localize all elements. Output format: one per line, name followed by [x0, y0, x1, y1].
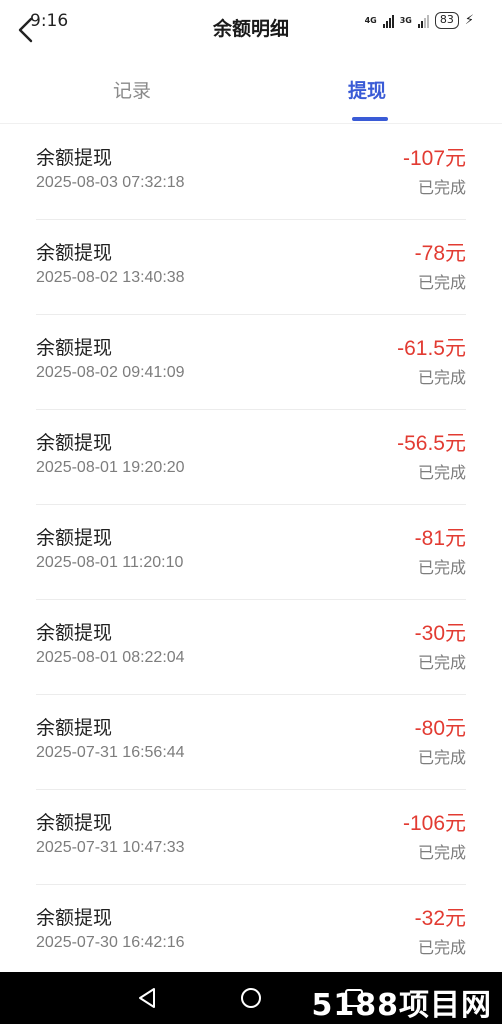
item-title: 余额提现 [36, 622, 113, 644]
list-item[interactable]: 余额提现 2025-08-01 19:20:20 -56.5元 已完成 [36, 410, 466, 505]
item-date: 2025-07-31 16:56:44 [36, 744, 185, 761]
active-tab-indicator [352, 117, 388, 121]
item-date: 2025-08-02 09:41:09 [36, 364, 185, 381]
item-title: 余额提现 [36, 432, 113, 454]
item-amount: -56.5元 [397, 432, 466, 455]
item-status: 已完成 [417, 938, 466, 957]
list-item[interactable]: 余额提现 2025-08-02 13:40:38 -78元 已完成 [36, 220, 466, 315]
item-date: 2025-08-02 13:40:38 [36, 269, 185, 286]
item-amount: -81元 [414, 527, 466, 550]
item-amount: -80元 [414, 717, 466, 740]
item-date: 2025-08-01 11:20:10 [36, 554, 184, 571]
header: 余额明细 [0, 14, 502, 44]
list-item[interactable]: 余额提现 2025-07-31 10:47:33 -106元 已完成 [36, 790, 466, 885]
item-status: 已完成 [417, 368, 466, 387]
tab-records[interactable]: 记录 [113, 76, 151, 103]
withdraw-list: 余额提现 2025-08-03 07:32:18 -107元 已完成 余额提现 … [0, 125, 502, 980]
nav-home-button[interactable] [237, 984, 265, 1012]
item-title: 余额提现 [36, 147, 113, 169]
tab-bar: 记录 提现 [0, 66, 502, 124]
item-status: 已完成 [417, 273, 466, 292]
item-title: 余额提现 [36, 907, 113, 929]
item-amount: -78元 [414, 242, 466, 265]
tab-withdraw[interactable]: 提现 [348, 76, 386, 103]
list-item[interactable]: 余额提现 2025-08-02 09:41:09 -61.5元 已完成 [36, 315, 466, 410]
item-date: 2025-08-03 07:32:18 [36, 174, 185, 191]
nav-back-button[interactable] [134, 984, 162, 1012]
triangle-back-icon [139, 988, 155, 1008]
item-title: 余额提现 [36, 717, 113, 739]
page-title: 余额明细 [212, 18, 289, 40]
item-amount: -106元 [402, 812, 466, 835]
item-status: 已完成 [417, 653, 466, 672]
list-item[interactable]: 余额提现 2025-07-30 16:42:16 -32元 已完成 [36, 885, 466, 980]
item-title: 余额提现 [36, 242, 113, 264]
item-amount: -30元 [414, 622, 466, 645]
list-item[interactable]: 余额提现 2025-08-01 11:20:10 -81元 已完成 [36, 505, 466, 600]
list-item[interactable]: 余额提现 2025-08-03 07:32:18 -107元 已完成 [36, 125, 466, 220]
item-title: 余额提现 [36, 812, 113, 834]
item-status: 已完成 [417, 558, 466, 577]
watermark-text: 5188项目网 [311, 988, 492, 1023]
item-amount: -32元 [414, 907, 466, 930]
item-date: 2025-07-30 16:42:16 [36, 934, 185, 951]
item-status: 已完成 [417, 178, 466, 197]
circle-home-icon [241, 988, 261, 1008]
item-status: 已完成 [417, 843, 466, 862]
item-date: 2025-08-01 08:22:04 [36, 649, 185, 666]
system-nav-bar: 5188项目网 [0, 972, 502, 1024]
item-date: 2025-08-01 19:20:20 [36, 459, 185, 476]
item-amount: -107元 [402, 147, 466, 170]
item-status: 已完成 [417, 748, 466, 767]
item-title: 余额提现 [36, 527, 113, 549]
item-title: 余额提现 [36, 337, 113, 359]
list-item[interactable]: 余额提现 2025-07-31 16:56:44 -80元 已完成 [36, 695, 466, 790]
item-status: 已完成 [417, 463, 466, 482]
item-amount: -61.5元 [397, 337, 466, 360]
list-item[interactable]: 余额提现 2025-08-01 08:22:04 -30元 已完成 [36, 600, 466, 695]
item-date: 2025-07-31 10:47:33 [36, 839, 185, 856]
